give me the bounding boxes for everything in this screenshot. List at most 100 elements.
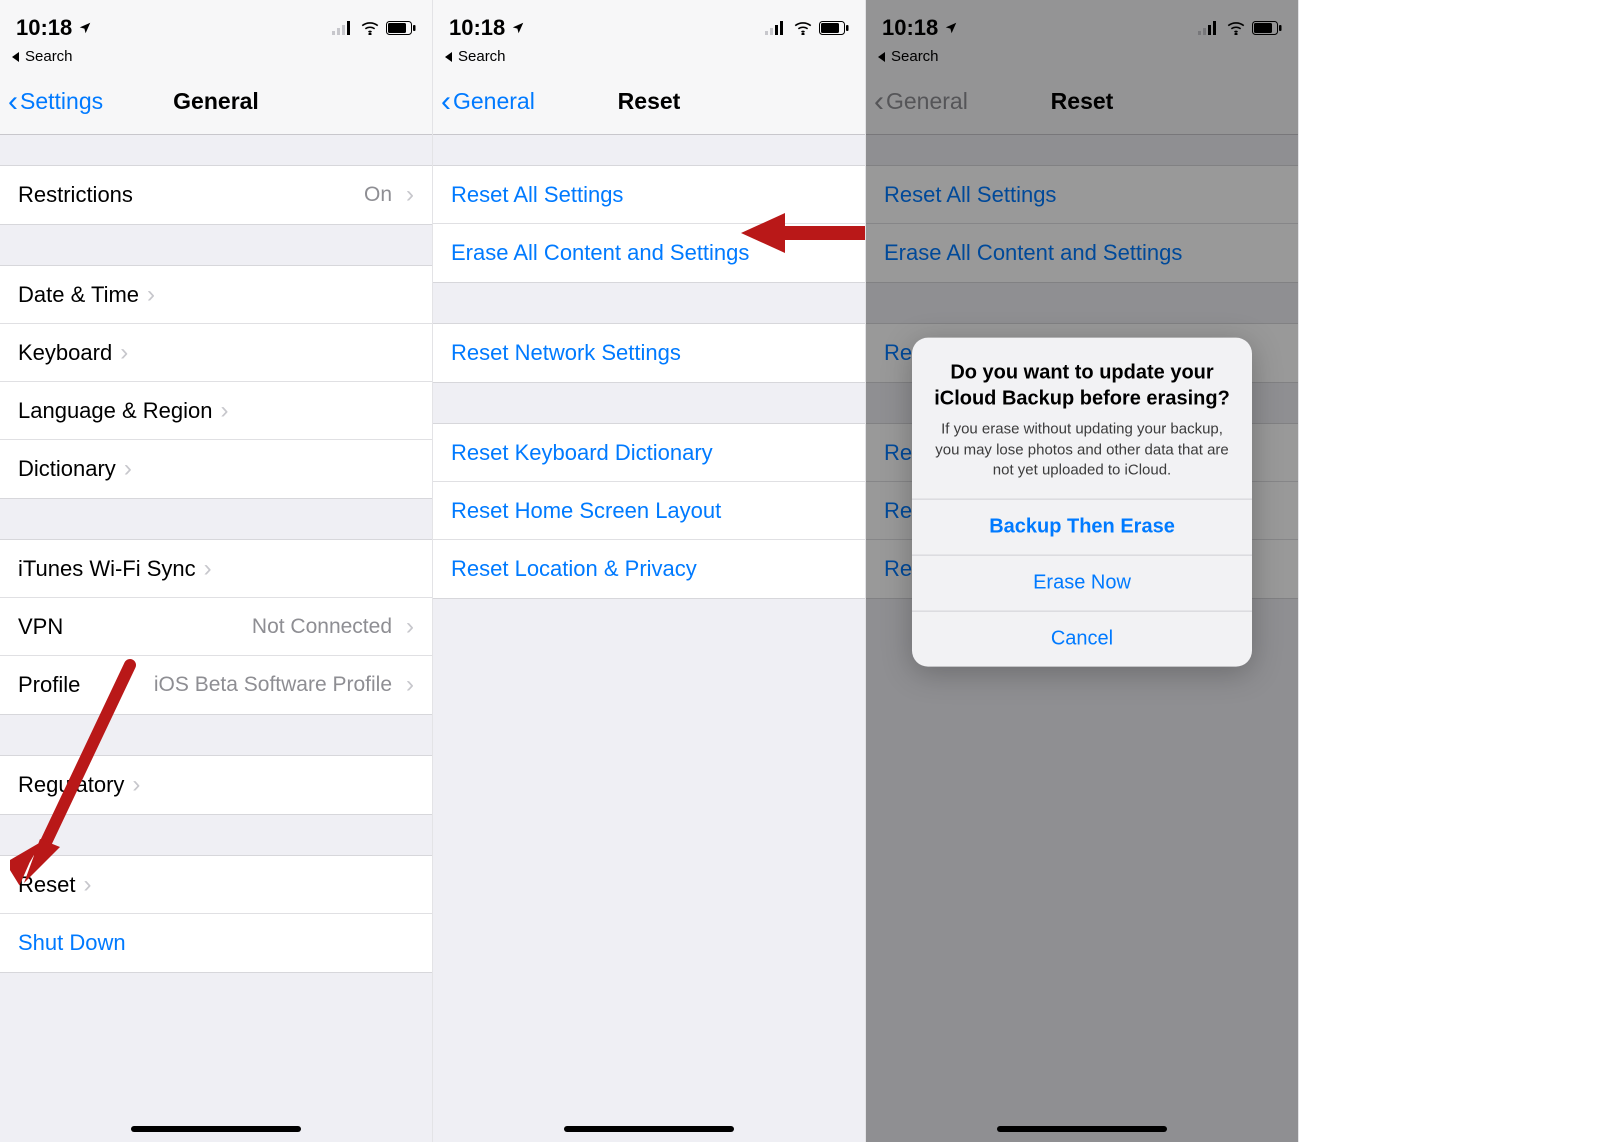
group-reset: Reset › Shut Down bbox=[0, 855, 432, 973]
cell-label: Reset All Settings bbox=[451, 182, 623, 208]
screen-reset-alert: 10:18 Search ‹ General Reset bbox=[866, 0, 1299, 1142]
cell-label: Reset Network Settings bbox=[451, 340, 681, 366]
cell-label: Profile bbox=[18, 672, 80, 698]
cell-label: Shut Down bbox=[18, 930, 126, 956]
wifi-icon bbox=[793, 21, 813, 35]
cell-reset-home-screen[interactable]: Reset Home Screen Layout bbox=[433, 482, 865, 540]
cell-label: Reset Home Screen Layout bbox=[451, 498, 721, 524]
location-icon bbox=[78, 21, 92, 35]
alert-title: Do you want to update your iCloud Backup… bbox=[934, 360, 1230, 412]
signal-icon bbox=[332, 21, 354, 35]
breadcrumb-label: Search bbox=[458, 48, 506, 65]
wifi-icon bbox=[360, 21, 380, 35]
cell-reset-location-privacy[interactable]: Reset Location & Privacy bbox=[433, 540, 865, 598]
status-bar: 10:18 bbox=[0, 0, 432, 48]
cell-label: Restrictions bbox=[18, 182, 133, 208]
nav-bar: ‹ Settings General bbox=[0, 69, 432, 135]
cell-label: Reset Keyboard Dictionary bbox=[451, 440, 713, 466]
reset-content: Reset All Settings Erase All Content and… bbox=[433, 135, 865, 1142]
chevron-right-icon: › bbox=[406, 671, 414, 699]
chevron-right-icon: › bbox=[406, 181, 414, 209]
chevron-right-icon: › bbox=[204, 555, 212, 583]
group-sync: iTunes Wi-Fi Sync › VPN Not Connected › … bbox=[0, 539, 432, 715]
cell-date-time[interactable]: Date & Time › bbox=[0, 266, 432, 324]
cell-value: Not Connected bbox=[252, 615, 398, 639]
cell-label: Reset Location & Privacy bbox=[451, 556, 697, 582]
home-indicator[interactable] bbox=[131, 1126, 301, 1132]
breadcrumb-back[interactable]: Search bbox=[433, 48, 865, 69]
chevron-left-icon: ‹ bbox=[441, 87, 451, 117]
group-datetime: Date & Time › Keyboard › Language & Regi… bbox=[0, 265, 432, 499]
nav-bar: ‹ General Reset bbox=[433, 69, 865, 135]
nav-back-label: General bbox=[453, 88, 535, 115]
alert-button-label: Backup Then Erase bbox=[989, 516, 1175, 539]
cell-shut-down[interactable]: Shut Down bbox=[0, 914, 432, 972]
nav-title: Reset bbox=[618, 88, 681, 115]
settings-content: Restrictions On › Date & Time › Keyboard… bbox=[0, 135, 432, 1142]
alert-button-label: Cancel bbox=[1051, 628, 1113, 651]
cell-reset-keyboard-dictionary[interactable]: Reset Keyboard Dictionary bbox=[433, 424, 865, 482]
cell-reset[interactable]: Reset › bbox=[0, 856, 432, 914]
chevron-right-icon: › bbox=[406, 613, 414, 641]
group-restrictions: Restrictions On › bbox=[0, 165, 432, 225]
status-bar: 10:18 bbox=[433, 0, 865, 48]
signal-icon bbox=[765, 21, 787, 35]
screen-general: 10:18 Search ‹ Settings General bbox=[0, 0, 433, 1142]
group-regulatory: Regulatory › bbox=[0, 755, 432, 815]
cell-value: iOS Beta Software Profile bbox=[154, 673, 398, 697]
status-time: 10:18 bbox=[16, 15, 72, 41]
cell-erase-all-content[interactable]: Erase All Content and Settings bbox=[433, 224, 865, 282]
nav-back-button[interactable]: ‹ General bbox=[441, 87, 535, 117]
status-time: 10:18 bbox=[449, 15, 505, 41]
cell-label: Date & Time bbox=[18, 282, 139, 308]
cell-label: Erase All Content and Settings bbox=[451, 240, 749, 266]
cell-profile[interactable]: Profile iOS Beta Software Profile › bbox=[0, 656, 432, 714]
cell-restrictions[interactable]: Restrictions On › bbox=[0, 166, 432, 224]
alert-body: Do you want to update your iCloud Backup… bbox=[912, 338, 1252, 499]
chevron-right-icon: › bbox=[221, 397, 229, 425]
nav-title: General bbox=[173, 88, 259, 115]
cell-reset-all-settings[interactable]: Reset All Settings bbox=[433, 166, 865, 224]
alert-message: If you erase without updating your backu… bbox=[934, 420, 1230, 481]
cell-reset-network[interactable]: Reset Network Settings bbox=[433, 324, 865, 382]
alert-cancel-button[interactable]: Cancel bbox=[912, 611, 1252, 667]
location-icon bbox=[511, 21, 525, 35]
alert-dialog: Do you want to update your iCloud Backup… bbox=[912, 338, 1252, 667]
battery-icon bbox=[819, 21, 849, 35]
screen-reset: 10:18 Search ‹ General Reset bbox=[433, 0, 866, 1142]
battery-icon bbox=[386, 21, 416, 35]
cell-vpn[interactable]: VPN Not Connected › bbox=[0, 598, 432, 656]
cell-itunes-wifi-sync[interactable]: iTunes Wi-Fi Sync › bbox=[0, 540, 432, 598]
cell-dictionary[interactable]: Dictionary › bbox=[0, 440, 432, 498]
chevron-right-icon: › bbox=[124, 455, 132, 483]
chevron-right-icon: › bbox=[147, 281, 155, 309]
nav-back-label: Settings bbox=[20, 88, 103, 115]
breadcrumb-label: Search bbox=[25, 48, 73, 65]
home-indicator[interactable] bbox=[564, 1126, 734, 1132]
chevron-right-icon: › bbox=[132, 771, 140, 799]
cell-keyboard[interactable]: Keyboard › bbox=[0, 324, 432, 382]
cell-label: Reset bbox=[18, 872, 75, 898]
cell-language-region[interactable]: Language & Region › bbox=[0, 382, 432, 440]
group-reset-main: Reset All Settings Erase All Content and… bbox=[433, 165, 865, 283]
cell-label: iTunes Wi-Fi Sync bbox=[18, 556, 196, 582]
group-reset-network: Reset Network Settings bbox=[433, 323, 865, 383]
chevron-right-icon: › bbox=[120, 339, 128, 367]
alert-backup-then-erase-button[interactable]: Backup Then Erase bbox=[912, 499, 1252, 555]
cell-label: Language & Region bbox=[18, 398, 213, 424]
cell-value: On bbox=[364, 183, 398, 207]
chevron-right-icon: › bbox=[83, 871, 91, 899]
chevron-left-icon: ‹ bbox=[8, 87, 18, 117]
cell-label: Dictionary bbox=[18, 456, 116, 482]
group-reset-misc: Reset Keyboard Dictionary Reset Home Scr… bbox=[433, 423, 865, 599]
back-arrow-icon bbox=[445, 52, 452, 62]
breadcrumb-back[interactable]: Search bbox=[0, 48, 432, 69]
back-arrow-icon bbox=[12, 52, 19, 62]
cell-label: VPN bbox=[18, 614, 63, 640]
alert-erase-now-button[interactable]: Erase Now bbox=[912, 555, 1252, 611]
cell-regulatory[interactable]: Regulatory › bbox=[0, 756, 432, 814]
cell-label: Regulatory bbox=[18, 772, 124, 798]
cell-label: Keyboard bbox=[18, 340, 112, 366]
alert-button-label: Erase Now bbox=[1033, 572, 1131, 595]
nav-back-button[interactable]: ‹ Settings bbox=[8, 87, 103, 117]
